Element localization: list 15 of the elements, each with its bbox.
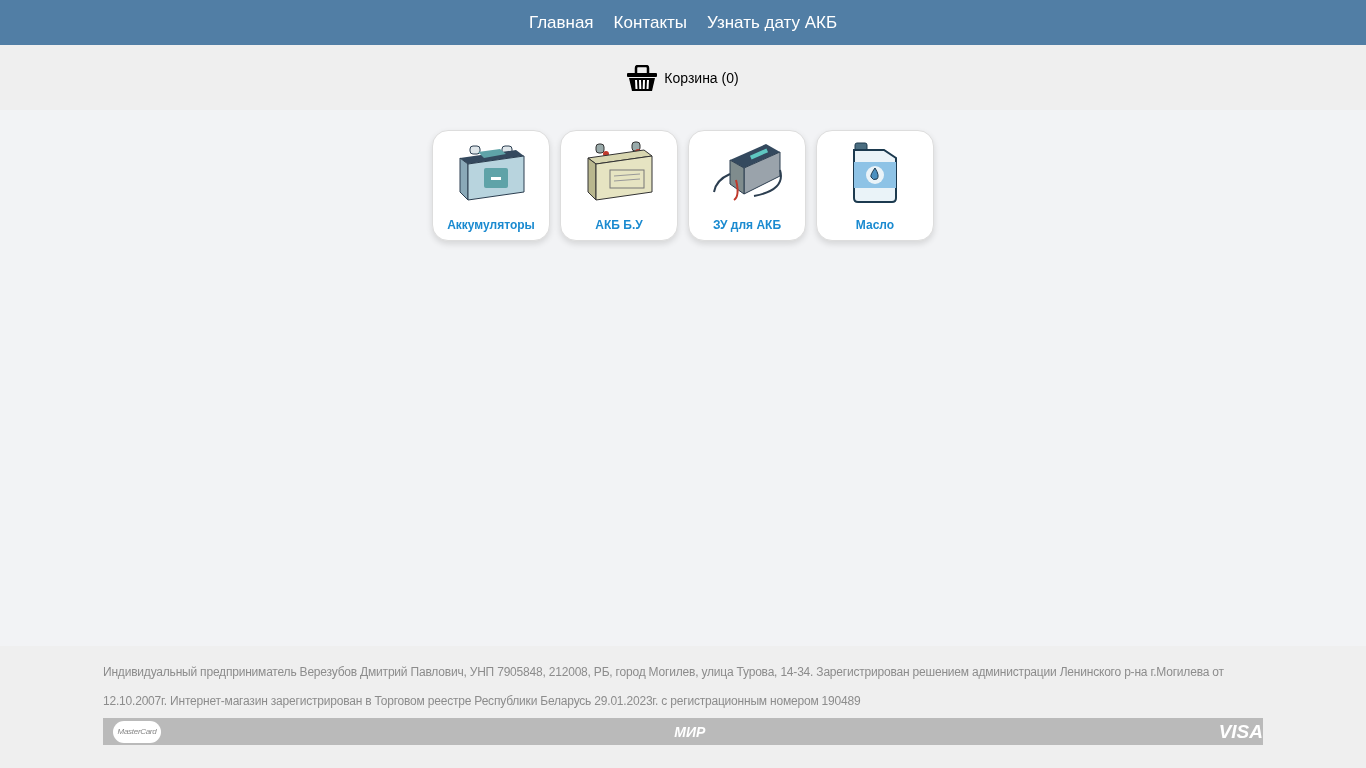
mir-logo: МИР (674, 723, 706, 740)
basket-icon (627, 64, 658, 91)
category-card[interactable]: Масло (816, 130, 934, 241)
nav-link[interactable]: Контакты (613, 12, 688, 33)
category-card[interactable]: ЗУ для АКБ (688, 130, 806, 241)
canister-icon (850, 140, 900, 204)
visa-logo: VISA (1218, 720, 1263, 743)
nav-link[interactable]: Главная (528, 12, 594, 33)
category-card[interactable]: Аккумуляторы (432, 130, 550, 241)
mastercard-logo: MasterCard (113, 720, 161, 743)
battery-icon (584, 140, 654, 204)
nav-link[interactable]: Узнать дату АКБ (707, 12, 838, 33)
legal-info-text: Индивидуальный предприниматель Верезубов Дмитрий Павлович, УНП 7905848, 212008, РБ, город Могилев, улица Турова, 14-34. Зарегистрирован решением администрации Ленинского р-на г.Могилева от 12.10.2007г. Интернет-магазин зарегистрирован в Торговом реестре Республики Беларусь 29.01.2023г. с регистрационным номером 190489 (103, 664, 1225, 710)
cart-link[interactable]: Корзина (0) (627, 64, 739, 91)
category-card[interactable]: АКБ Б.У (560, 130, 678, 241)
